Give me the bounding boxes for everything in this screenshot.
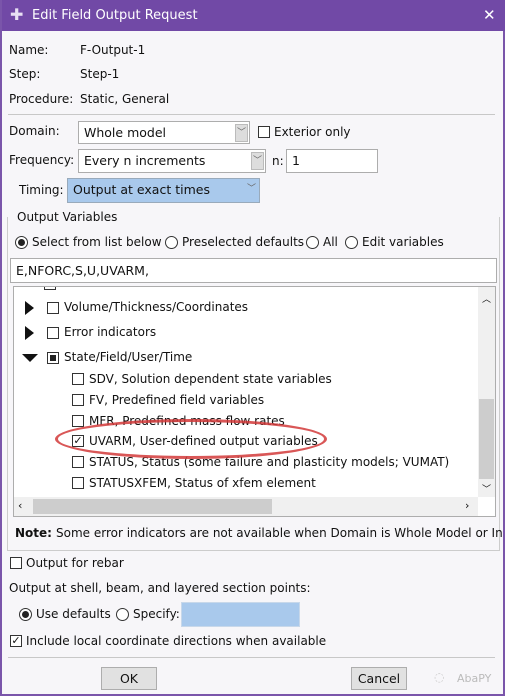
chevron-down-icon: ﹀ [246, 184, 256, 194]
timing-label: Timing: [19, 183, 64, 197]
specify-input[interactable] [181, 602, 300, 627]
tree-checkbox-partial[interactable] [47, 352, 59, 364]
dialog-window: ✚ Edit Field Output Request ✕ Name: F-Ou… [0, 0, 505, 696]
tree-item-label[interactable]: SDV, Solution dependent state variables [89, 372, 332, 386]
chevron-down-icon: ﹀ [235, 124, 248, 142]
step-label: Step: [9, 67, 41, 81]
app-icon: ✚ [10, 5, 24, 24]
frequency-select[interactable]: Every n increments ﹀ [78, 149, 266, 173]
timing-select[interactable]: Output at exact times ﹀ [67, 178, 260, 203]
tree-item-label[interactable]: Volume/Thickness/Coordinates [64, 300, 248, 314]
tree-checkbox[interactable] [72, 415, 84, 427]
scroll-right-icon[interactable]: › [465, 499, 469, 512]
scroll-left-icon[interactable]: ‹ [18, 499, 22, 512]
step-value: Step-1 [80, 67, 120, 81]
title-bar[interactable]: ✚ Edit Field Output Request ✕ [2, 0, 505, 31]
tree-checkbox[interactable] [72, 456, 84, 468]
n-label: n: [272, 154, 284, 168]
use-defaults-label: Use defaults [36, 607, 111, 621]
expand-icon[interactable] [25, 301, 34, 315]
local-coords-checkbox[interactable]: ✓ [10, 635, 22, 647]
frequency-label: Frequency: [9, 153, 75, 167]
tree-checkbox[interactable] [72, 477, 84, 489]
expand-icon[interactable] [25, 326, 34, 340]
tree-checkbox[interactable] [72, 373, 84, 385]
section-points-label: Output at shell, beam, and layered secti… [9, 581, 311, 595]
domain-label: Domain: [9, 124, 60, 138]
close-icon[interactable]: ✕ [483, 6, 496, 24]
note-label: Note: [15, 526, 52, 540]
radio-label: Edit variables [362, 235, 444, 249]
local-coords-label: Include local coordinate directions when… [26, 634, 327, 648]
radio-preselected-defaults[interactable] [165, 236, 178, 249]
frequency-value: Every n increments [84, 153, 206, 168]
radio-label: Select from list below [32, 235, 162, 249]
variables-text-input[interactable]: E,NFORC,S,U,UVARM, [10, 258, 497, 283]
tree-item-label[interactable]: State/Field/User/Time [64, 350, 192, 364]
highlight-ellipse [55, 419, 327, 459]
procedure-label: Procedure: [9, 92, 74, 106]
timing-value: Output at exact times [73, 182, 210, 197]
scroll-up-icon[interactable]: ︿ [482, 292, 491, 305]
exterior-only-label: Exterior only [274, 125, 351, 139]
divider [8, 114, 495, 115]
radio-edit-variables[interactable] [345, 236, 358, 249]
exterior-only-checkbox[interactable] [258, 126, 270, 138]
tree-item-label[interactable]: Error indicators [64, 325, 156, 339]
tree-checkbox[interactable] [47, 302, 59, 314]
scroll-down-icon[interactable]: ﹀ [482, 482, 491, 495]
specify-label: Specify: [133, 607, 180, 621]
output-for-rebar-label: Output for rebar [26, 556, 124, 570]
cancel-button[interactable]: Cancel [351, 667, 407, 690]
watermark: AbaPY [457, 672, 492, 685]
procedure-value: Static, General [80, 92, 170, 106]
domain-value: Whole model [84, 125, 166, 140]
radio-label: Preselected defaults [182, 235, 305, 249]
scrollbar-thumb[interactable] [479, 399, 494, 479]
tree-item-label[interactable]: FV, Predefined field variables [89, 393, 264, 407]
radio-all[interactable] [306, 236, 319, 249]
partial-row [44, 287, 56, 290]
name-label: Name: [9, 43, 49, 57]
radio-label: All [323, 235, 338, 249]
name-value: F-Output-1 [80, 43, 146, 57]
output-for-rebar-checkbox[interactable] [10, 557, 22, 569]
radio-select-from-list[interactable] [15, 236, 28, 249]
domain-select[interactable]: Whole model ﹀ [78, 121, 250, 144]
divider [8, 657, 495, 658]
tree-item-label[interactable]: STATUSXFEM, Status of xfem element [89, 476, 316, 490]
wechat-icon: ◌ [434, 670, 445, 684]
horizontal-scrollbar[interactable]: ‹ › [14, 497, 478, 516]
radio-use-defaults[interactable] [19, 608, 32, 621]
ok-button[interactable]: OK [101, 667, 157, 690]
chevron-down-icon: ﹀ [251, 152, 264, 170]
collapse-icon[interactable] [22, 354, 38, 362]
radio-specify[interactable] [116, 608, 129, 621]
vertical-scrollbar[interactable]: ︿ ﹀ [478, 287, 495, 497]
n-input[interactable]: 1 [286, 149, 378, 173]
window-title: Edit Field Output Request [32, 8, 198, 23]
scrollbar-thumb[interactable] [33, 499, 272, 514]
tree-checkbox[interactable] [47, 327, 59, 339]
variables-tree[interactable]: Volume/Thickness/Coordinates Error indic… [13, 286, 496, 517]
tree-checkbox[interactable] [72, 394, 84, 406]
note-text: Some error indicators are not available … [56, 526, 502, 540]
